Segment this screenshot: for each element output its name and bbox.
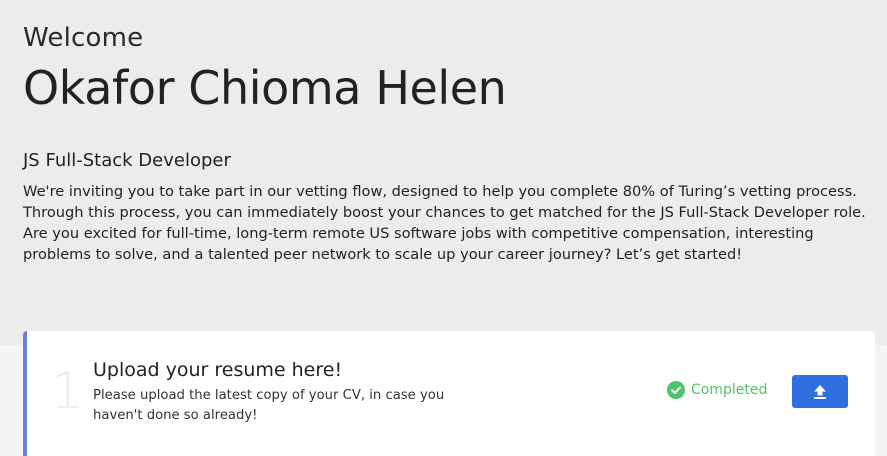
role-description: We're inviting you to take part in our v… (23, 183, 866, 263)
welcome-label: Welcome (23, 23, 144, 53)
candidate-name: Okafor Chioma Helen (23, 61, 507, 115)
upload-resume-button[interactable] (792, 375, 848, 408)
step-card-upload-resume: 1 Upload your resume here! Please upload… (23, 331, 875, 456)
step-title: Upload your resume here! (93, 359, 343, 381)
status-badge: Completed (667, 381, 767, 399)
upload-icon (812, 384, 828, 400)
role-title: JS Full-Stack Developer (23, 150, 231, 171)
status-text: Completed (691, 382, 768, 398)
check-circle-icon (667, 381, 685, 399)
step-description: Please upload the latest copy of your CV… (93, 388, 445, 423)
welcome-header: Welcome Okafor Chioma Helen (23, 22, 883, 118)
step-number: 1 (51, 362, 83, 420)
